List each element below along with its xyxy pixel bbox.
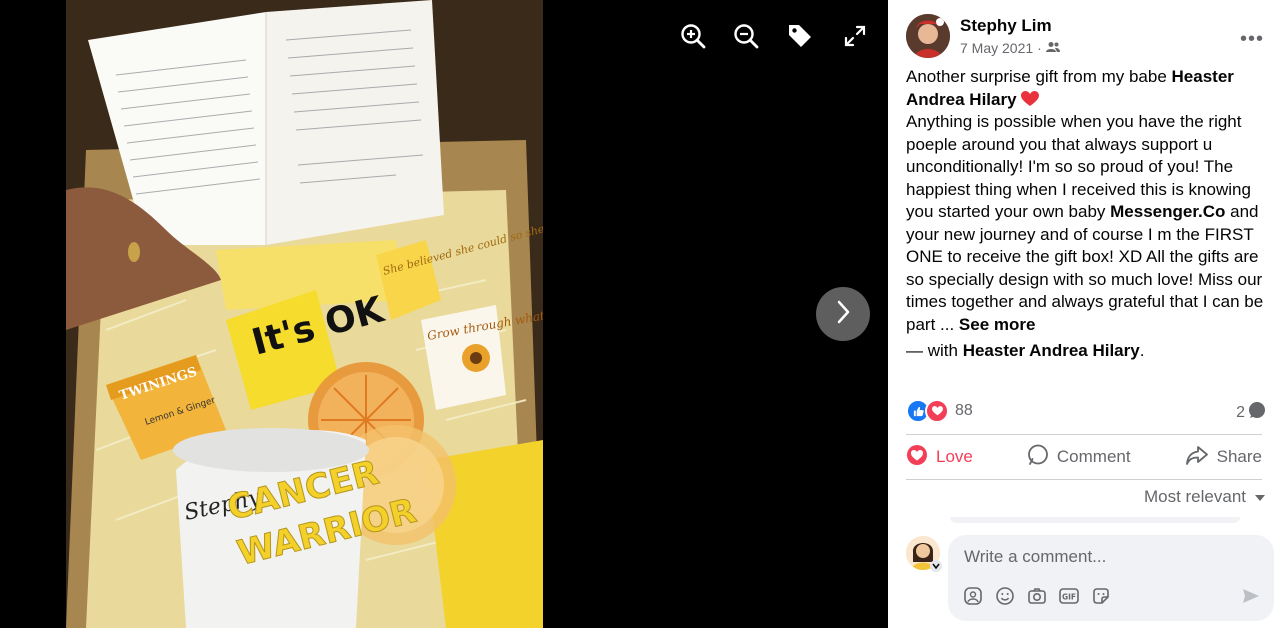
- post-meta: 7 May 2021 ·: [960, 40, 1060, 56]
- gift-box-photo: TWININGS Lemon & Ginger It's OK She beli…: [66, 0, 543, 628]
- zoom-out-icon[interactable]: [732, 22, 760, 50]
- gif-icon[interactable]: GIF: [1058, 585, 1080, 607]
- comment-sort-dropdown[interactable]: Most relevant: [1144, 487, 1266, 507]
- comment-button[interactable]: Comment: [1027, 444, 1131, 471]
- comment-bubble-icon: [1248, 401, 1266, 424]
- see-more-link[interactable]: See more: [959, 315, 1036, 334]
- with-prefix: — with: [906, 341, 963, 360]
- brand-link[interactable]: Messenger.Co: [1110, 202, 1225, 221]
- share-icon: [1185, 444, 1209, 471]
- comment-icon: [1027, 444, 1049, 471]
- previous-comment-edge: [950, 517, 1240, 523]
- reactions-summary[interactable]: 88: [906, 399, 973, 423]
- post-photo: TWININGS Lemon & Ginger It's OK She beli…: [66, 0, 543, 628]
- post-text: Another surprise gift from my babe Heast…: [906, 66, 1268, 336]
- with-person-link[interactable]: Heaster Andrea Hilary: [963, 341, 1140, 360]
- svg-text:GIF: GIF: [1062, 593, 1076, 602]
- comment-label: Comment: [1056, 447, 1131, 466]
- post-panel: Stephy Lim 7 May 2021 · ••• Another surp…: [888, 0, 1280, 628]
- comment-count[interactable]: 2: [1236, 401, 1266, 424]
- love-button[interactable]: Love: [906, 444, 973, 471]
- fullscreen-icon[interactable]: [841, 22, 869, 50]
- comment-input[interactable]: [962, 543, 1256, 571]
- avatar-caret-icon[interactable]: [930, 560, 942, 572]
- love-label: Love: [936, 447, 973, 466]
- heart-emoji-icon: [1021, 90, 1040, 109]
- post-text-intro: Another surprise gift from my babe: [906, 67, 1172, 86]
- photo-viewer: TWININGS Lemon & Ginger It's OK She beli…: [0, 0, 888, 628]
- next-photo-button[interactable]: [816, 287, 870, 341]
- emoji-icon[interactable]: [994, 585, 1016, 607]
- post-actions: Love Comment Share: [906, 440, 1262, 474]
- chevron-right-icon: [833, 299, 853, 330]
- with-line: — with Heaster Andrea Hilary.: [906, 341, 1144, 361]
- love-icon: [906, 444, 928, 471]
- avatar-sticker-icon[interactable]: [962, 585, 984, 607]
- author-avatar[interactable]: [906, 14, 950, 58]
- love-reaction-icon: [925, 399, 949, 423]
- comment-tools: GIF: [962, 585, 1112, 607]
- with-suffix: .: [1139, 341, 1145, 360]
- share-label: Share: [1216, 447, 1262, 466]
- comment-composer: GIF: [948, 535, 1274, 621]
- author-name[interactable]: Stephy Lim: [960, 16, 1052, 36]
- share-button[interactable]: Share: [1185, 444, 1262, 471]
- friends-icon[interactable]: [1045, 40, 1060, 56]
- zoom-in-icon[interactable]: [679, 22, 707, 50]
- comment-count-value: 2: [1236, 403, 1245, 421]
- reaction-count: 88: [955, 402, 973, 419]
- more-options-icon[interactable]: •••: [1240, 28, 1264, 51]
- send-icon[interactable]: [1242, 587, 1260, 610]
- sticker-icon[interactable]: [1090, 585, 1112, 607]
- divider: [906, 479, 1262, 480]
- divider: [906, 434, 1262, 435]
- tag-icon[interactable]: [786, 22, 814, 50]
- post-date[interactable]: 7 May 2021: [960, 40, 1033, 56]
- comment-sort-label: Most relevant: [1143, 487, 1246, 506]
- caret-down-icon: [1254, 487, 1266, 507]
- camera-icon[interactable]: [1026, 585, 1048, 607]
